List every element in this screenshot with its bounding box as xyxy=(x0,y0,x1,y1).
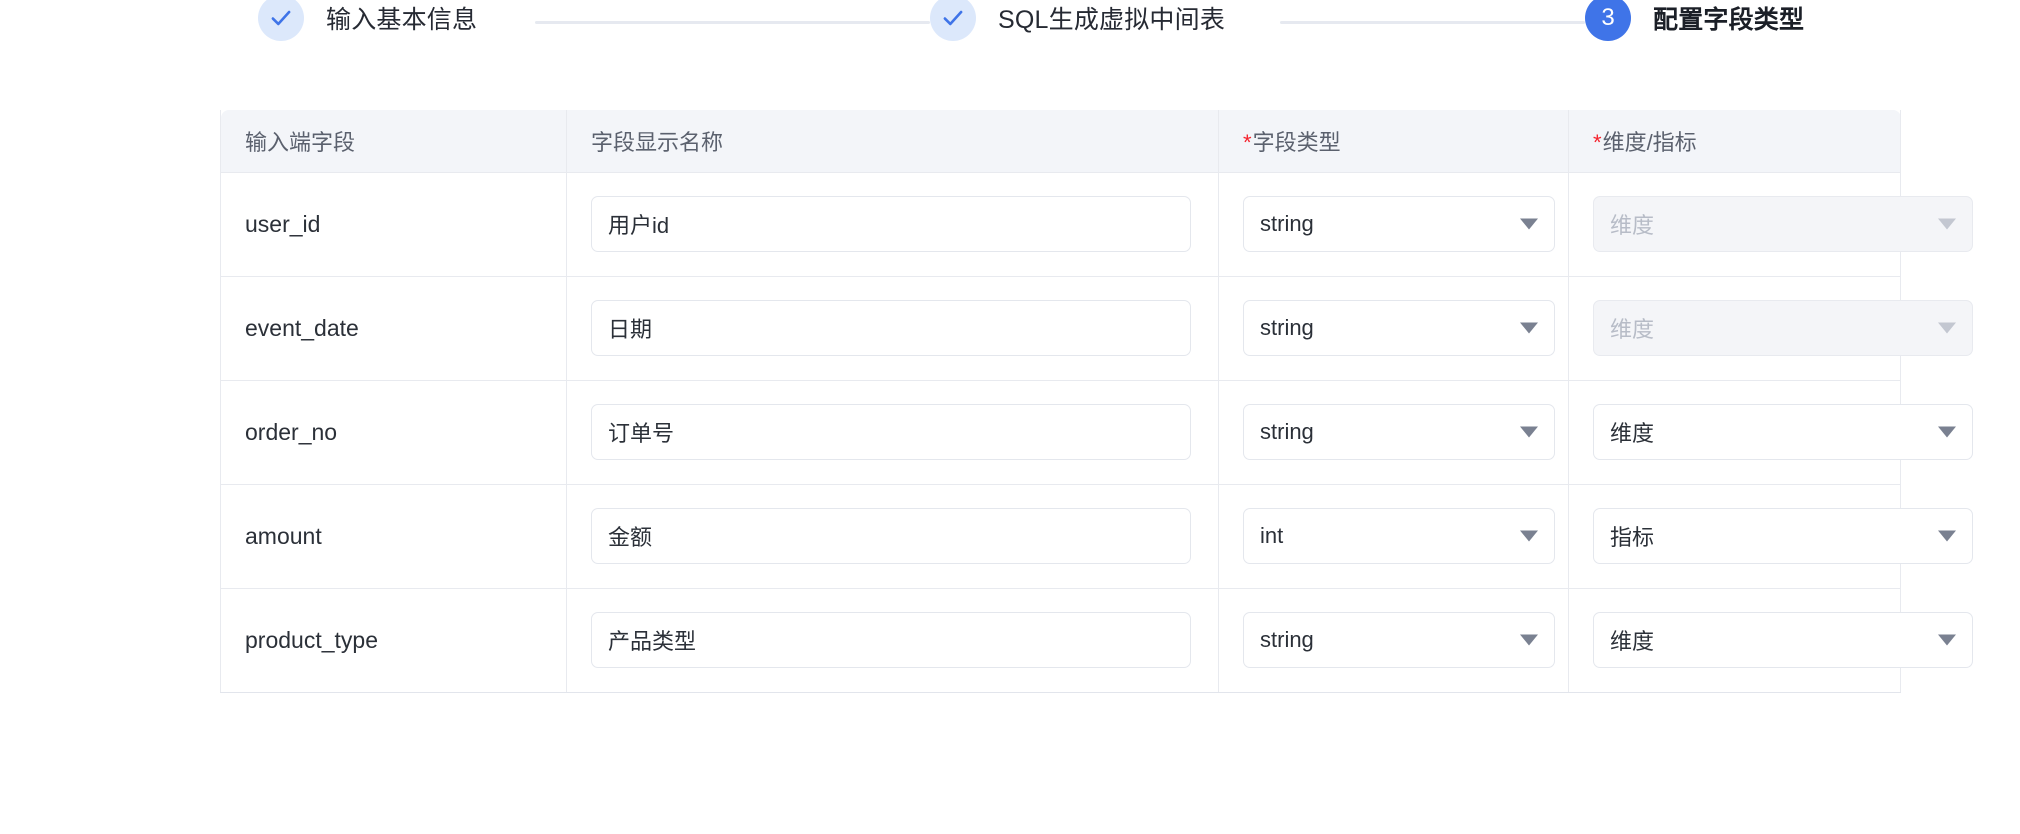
field-type-value: string xyxy=(1260,211,1314,236)
dimension-metric-select[interactable]: 维度 xyxy=(1593,404,1973,460)
field-type-select[interactable]: string xyxy=(1243,300,1555,356)
display-name-input[interactable] xyxy=(591,404,1191,460)
column-header-field-type: *字段类型 xyxy=(1218,110,1569,173)
dimension-metric-value: 维度 xyxy=(1610,629,1655,654)
column-header-input-field: 输入端字段 xyxy=(220,110,567,173)
chevron-down-icon xyxy=(1520,322,1538,334)
cell-display-name xyxy=(566,380,1219,485)
chevron-down-icon xyxy=(1938,634,1956,646)
cell-dimension-metric: 维度 xyxy=(1568,276,1973,381)
cell-input-field: user_id xyxy=(220,172,567,277)
column-header-dimension-metric: *维度/指标 xyxy=(1568,110,1901,173)
chevron-down-icon xyxy=(1520,426,1538,438)
step-1-badge xyxy=(258,0,304,41)
cell-input-field: order_no xyxy=(220,380,567,485)
column-header-label: 字段类型 xyxy=(1252,129,1341,155)
table-row: event_date string 维度 xyxy=(220,276,1973,381)
chevron-down-icon xyxy=(1938,218,1956,230)
column-header-label: 维度/指标 xyxy=(1602,129,1697,155)
field-type-value: string xyxy=(1260,315,1314,340)
stepper-connector-1 xyxy=(535,21,930,24)
cell-display-name xyxy=(566,276,1219,381)
chevron-down-icon xyxy=(1520,530,1538,542)
cell-field-type: string xyxy=(1218,588,1569,693)
dimension-metric-select: 维度 xyxy=(1593,300,1973,356)
stepper-step-2[interactable]: SQL生成虚拟中间表 xyxy=(930,0,1225,42)
table-row: order_no string 维度 xyxy=(220,380,1973,485)
input-field-name: event_date xyxy=(245,314,359,341)
input-field-name: product_type xyxy=(245,626,378,653)
wizard-stepper: 输入基本信息 SQL生成虚拟中间表 3 配置字段类型 xyxy=(0,0,2020,48)
required-asterisk: * xyxy=(1593,129,1602,155)
dimension-metric-select[interactable]: 维度 xyxy=(1593,612,1973,668)
dimension-metric-value: 维度 xyxy=(1610,421,1655,446)
field-type-select[interactable]: string xyxy=(1243,612,1555,668)
field-config-table-container: 输入端字段 字段显示名称 *字段类型 *维度/指标 user_id 用户id s… xyxy=(220,110,1973,693)
field-type-value: int xyxy=(1260,523,1284,548)
cell-field-type: string xyxy=(1218,172,1569,277)
column-header-display-name: 字段显示名称 xyxy=(566,110,1219,173)
dimension-metric-select[interactable]: 指标 xyxy=(1593,508,1973,564)
table-row: amount int 指标 xyxy=(220,484,1973,589)
input-field-name: amount xyxy=(245,522,322,549)
cell-dimension-metric: 维度 xyxy=(1568,380,1973,485)
cell-display-name xyxy=(566,484,1219,589)
cell-field-type: int xyxy=(1218,484,1569,589)
chevron-down-icon xyxy=(1520,218,1538,230)
cell-input-field: product_type xyxy=(220,588,567,693)
field-type-value: string xyxy=(1260,419,1314,444)
display-name-input[interactable] xyxy=(591,612,1191,668)
cell-display-name xyxy=(566,588,1219,693)
chevron-down-icon xyxy=(1938,322,1956,334)
dimension-metric-value: 指标 xyxy=(1610,525,1655,550)
stepper-step-3[interactable]: 3 配置字段类型 xyxy=(1585,0,1804,42)
table-row: user_id string 维度 xyxy=(220,172,1973,277)
field-type-value: string xyxy=(1260,627,1314,652)
step-2-label: SQL生成虚拟中间表 xyxy=(998,6,1226,34)
cell-input-field: amount xyxy=(220,484,567,589)
step-3-number: 3 xyxy=(1601,4,1615,31)
chevron-down-icon xyxy=(1938,530,1956,542)
dimension-metric-value: 维度 xyxy=(1610,317,1655,342)
display-name-input[interactable] xyxy=(591,196,1191,252)
table-row: product_type string 维度 xyxy=(220,588,1973,693)
required-asterisk: * xyxy=(1243,129,1252,155)
step-3-badge: 3 xyxy=(1585,0,1631,41)
column-header-label: 输入端字段 xyxy=(245,129,356,155)
chevron-down-icon xyxy=(1938,426,1956,438)
table-header-row: 输入端字段 字段显示名称 *字段类型 *维度/指标 xyxy=(220,110,1901,173)
input-field-name: order_no xyxy=(245,418,338,445)
dimension-metric-value: 维度 xyxy=(1610,213,1655,238)
column-header-label: 字段显示名称 xyxy=(591,129,724,155)
field-type-select[interactable]: int xyxy=(1243,508,1555,564)
check-icon xyxy=(271,10,291,26)
step-1-label: 输入基本信息 xyxy=(326,6,478,34)
field-config-table: 输入端字段 字段显示名称 *字段类型 *维度/指标 user_id 用户id s… xyxy=(220,110,1973,693)
display-name-input[interactable] xyxy=(591,508,1191,564)
cell-input-field: event_date xyxy=(220,276,567,381)
step-3-label: 配置字段类型 xyxy=(1653,6,1805,34)
cell-dimension-metric: 指标 xyxy=(1568,484,1973,589)
display-name-input[interactable] xyxy=(591,300,1191,356)
cell-dimension-metric: 维度 xyxy=(1568,588,1973,693)
cell-field-type: string xyxy=(1218,276,1569,381)
step-2-badge xyxy=(930,0,976,41)
stepper-connector-2 xyxy=(1280,21,1585,24)
stepper-step-1[interactable]: 输入基本信息 xyxy=(258,0,477,42)
cell-dimension-metric: 维度 xyxy=(1568,172,1973,277)
check-icon xyxy=(943,10,963,26)
field-type-select[interactable]: string xyxy=(1243,404,1555,460)
dimension-metric-select: 维度 xyxy=(1593,196,1973,252)
cell-display-name xyxy=(566,172,1219,277)
input-field-name: user_id xyxy=(245,210,321,237)
field-type-select[interactable]: string xyxy=(1243,196,1555,252)
chevron-down-icon xyxy=(1520,634,1538,646)
cell-field-type: string xyxy=(1218,380,1569,485)
